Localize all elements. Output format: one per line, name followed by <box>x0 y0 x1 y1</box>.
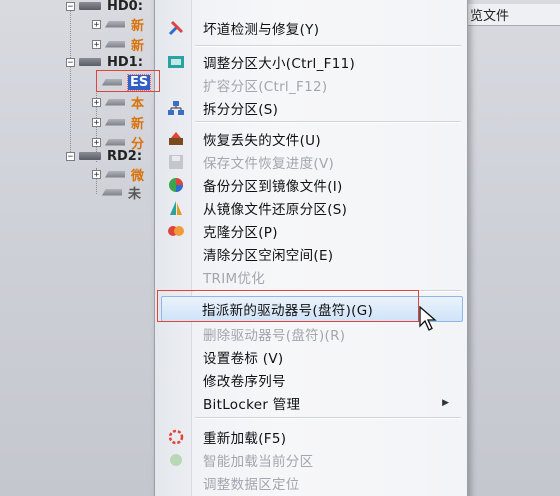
collapse-icon[interactable]: − <box>66 57 75 67</box>
tree-item[interactable]: + 本 <box>92 92 144 112</box>
expand-icon[interactable]: + <box>92 117 101 127</box>
wrench-icon <box>167 19 185 37</box>
tree-item[interactable]: + 新 <box>92 14 144 34</box>
partition-icon <box>105 40 125 48</box>
tree-item[interactable]: + 微 <box>92 164 144 184</box>
tree-item[interactable]: + 新 <box>92 112 144 132</box>
restore-icon <box>167 199 185 217</box>
tree-item[interactable]: + 新 <box>92 34 144 54</box>
screen: − HD0: + 新 + 新 − HD1: ES + 本 + 新 + 分 − R… <box>0 0 560 496</box>
smart-load-icon <box>167 451 185 469</box>
menu-item-restore-from-image[interactable]: 从镜像文件还原分区(S) <box>155 197 467 219</box>
tree-line <box>70 66 71 156</box>
backup-icon <box>167 176 185 194</box>
menu-separator <box>195 417 461 419</box>
collapse-icon[interactable]: − <box>66 1 75 11</box>
menu-item-backup-to-image[interactable]: 备份分区到镜像文件(I) <box>155 174 467 196</box>
menu-item-split-partition[interactable]: 拆分分区(S) <box>155 97 467 119</box>
tree-node-rd2[interactable]: − RD2: <box>66 146 142 166</box>
recover-icon <box>167 130 185 148</box>
menu-item-bitlocker[interactable]: BitLocker 管理 ▶ <box>155 392 467 414</box>
annotation-box <box>157 290 419 322</box>
split-icon <box>167 99 185 117</box>
menu-item-bad-sector-check[interactable]: 坏道检测与修复(Y) <box>155 17 467 39</box>
annotation-box <box>96 70 160 92</box>
resize-icon <box>167 53 185 71</box>
reload-icon <box>167 428 185 446</box>
context-menu: 坏道检测与修复(Y) 调整分区大小(Ctrl_F11) 扩容分区(Ctrl_F1… <box>154 0 468 496</box>
menu-item-resize-partition[interactable]: 调整分区大小(Ctrl_F11) <box>155 51 467 73</box>
menu-item-adjust-data-location: 调整数据区定位 <box>203 477 300 493</box>
menu-separator <box>195 45 461 47</box>
partition-icon <box>105 138 125 146</box>
partition-icon <box>105 20 125 28</box>
menu-item-wipe-free-space[interactable]: 清除分区空闲空间(E) <box>155 243 467 265</box>
menu-item-recover-files[interactable]: 恢复丢失的文件(U) <box>155 128 467 150</box>
menu-item-clone-partition[interactable]: 克隆分区(P) <box>155 220 467 242</box>
menu-item-trim-optimize: TRIM优化 <box>203 271 266 287</box>
disk-icon <box>79 2 101 10</box>
menu-item-change-volume-serial[interactable]: 修改卷序列号 <box>155 369 467 391</box>
expand-icon[interactable]: + <box>92 19 101 29</box>
menu-item-reload[interactable]: 重新加载(F5) <box>155 426 467 448</box>
disk-tree: − HD0: + 新 + 新 − HD1: ES + 本 + 新 + 分 − R… <box>0 0 170 220</box>
disk-icon <box>79 58 101 66</box>
clone-icon <box>167 222 185 240</box>
expand-icon[interactable]: + <box>92 39 101 49</box>
disk-icon <box>79 152 101 160</box>
collapse-icon[interactable]: − <box>66 151 75 161</box>
expand-icon[interactable]: + <box>92 97 101 107</box>
partition-icon <box>105 170 125 178</box>
expand-icon[interactable]: + <box>92 169 101 179</box>
partition-icon <box>105 118 125 126</box>
column-header[interactable]: 览文件 <box>462 4 560 26</box>
menu-item-save-recovery-progress: 保存文件恢复进度(V) <box>155 151 467 173</box>
partition-icon <box>102 188 122 196</box>
submenu-arrow-icon: ▶ <box>442 398 449 408</box>
tree-item[interactable]: 未 <box>102 182 141 202</box>
tree-node-hd1[interactable]: − HD1: <box>66 52 143 72</box>
menu-item-extend-partition: 扩容分区(Ctrl_F12) <box>203 79 328 95</box>
menu-item-smart-load: 智能加载当前分区 <box>155 449 467 471</box>
save-icon <box>167 153 185 171</box>
mouse-cursor-icon <box>419 306 437 331</box>
menu-separator <box>195 121 461 123</box>
menu-item-set-volume-label[interactable]: 设置卷标 (V) <box>155 346 467 368</box>
partition-icon <box>105 98 125 106</box>
